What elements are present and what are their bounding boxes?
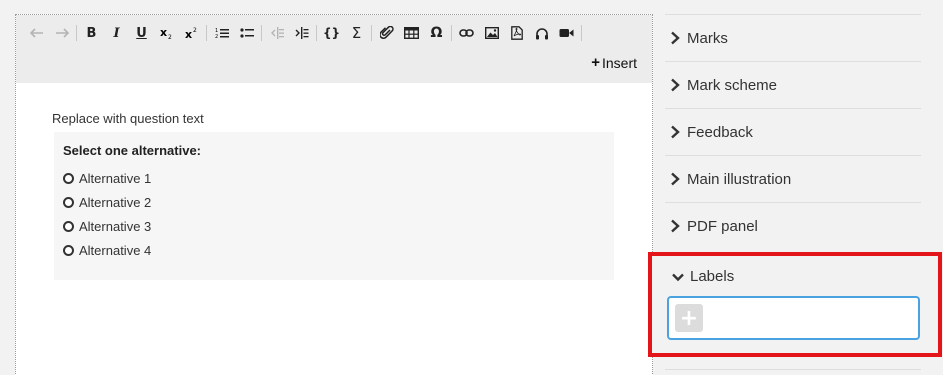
sidebar-item-label: Marks <box>687 29 728 47</box>
radio-icon[interactable] <box>63 221 74 232</box>
alternative-label: Alternative 4 <box>79 243 152 258</box>
audio-icon[interactable] <box>529 24 554 42</box>
italic-icon[interactable]: I <box>104 24 129 42</box>
omega-icon[interactable]: Ω <box>424 24 449 42</box>
indent-icon[interactable] <box>289 24 314 42</box>
question-text[interactable]: Replace with question text <box>52 111 204 126</box>
divider <box>665 369 921 370</box>
labels-section-highlight: Labels + <box>648 252 942 357</box>
alternative-label: Alternative 2 <box>79 195 152 210</box>
svg-text:2: 2 <box>168 34 172 40</box>
sidebar-item-label: Mark scheme <box>687 76 778 94</box>
bold-icon[interactable]: B <box>79 24 104 42</box>
question-editor: B I U x2 x2 12 {} Σ Ω + Insert Replace w… <box>15 14 653 375</box>
editor-toolbar: B I U x2 x2 12 {} Σ Ω + Insert <box>16 15 652 83</box>
attachment-icon[interactable] <box>374 24 399 42</box>
alternative-label: Alternative 3 <box>79 219 152 234</box>
labels-input-field[interactable]: + <box>667 296 920 340</box>
numbered-list-icon[interactable]: 12 <box>209 24 234 42</box>
sidebar-item-mark-scheme[interactable]: Mark scheme <box>665 61 921 108</box>
insert-button[interactable]: + Insert <box>591 54 637 71</box>
outdent-icon[interactable] <box>264 24 289 42</box>
alternative-option[interactable]: Alternative 2 <box>63 195 151 210</box>
radio-icon[interactable] <box>63 173 74 184</box>
image-icon[interactable] <box>479 24 504 42</box>
pdf-icon[interactable] <box>504 24 529 42</box>
link-icon[interactable] <box>454 24 479 42</box>
sidebar-item-main-illustration[interactable]: Main illustration <box>665 155 921 202</box>
insert-label: Insert <box>601 54 637 71</box>
sidebar-item-label: Labels <box>690 268 735 285</box>
chevron-right-icon <box>665 78 685 92</box>
underline-icon[interactable]: U <box>129 24 154 42</box>
sidebar-item-labels[interactable]: Labels <box>668 268 734 285</box>
svg-text:2: 2 <box>215 34 218 39</box>
subscript-icon[interactable]: x2 <box>154 24 179 42</box>
table-icon[interactable] <box>399 24 424 42</box>
alternative-option[interactable]: Alternative 1 <box>63 171 151 186</box>
toolbar-separator <box>261 25 262 41</box>
alternative-option[interactable]: Alternative 3 <box>63 219 151 234</box>
alternatives-box: Select one alternative: Alternative 1 Al… <box>54 132 614 280</box>
toolbar-separator <box>206 25 207 41</box>
code-braces-icon[interactable]: {} <box>319 24 344 42</box>
svg-text:2: 2 <box>193 27 197 34</box>
sidebar-item-label: PDF panel <box>687 217 758 235</box>
chevron-right-icon <box>665 172 685 186</box>
chevron-right-icon <box>665 219 685 233</box>
sidebar-item-label: Feedback <box>687 123 753 141</box>
alternatives-heading: Select one alternative: <box>63 143 201 158</box>
svg-text:x: x <box>160 26 167 39</box>
sidebar-item-pdf-panel[interactable]: PDF panel <box>665 202 921 249</box>
radio-icon[interactable] <box>63 197 74 208</box>
svg-text:x: x <box>185 28 192 40</box>
toolbar-separator <box>76 25 77 41</box>
toolbar-separator <box>451 25 452 41</box>
sidebar-item-marks[interactable]: Marks <box>665 14 921 61</box>
toolbar-separator <box>316 25 317 41</box>
plus-icon: + <box>591 54 600 71</box>
chevron-right-icon <box>665 125 685 139</box>
undo-icon[interactable] <box>24 24 49 42</box>
alternative-label: Alternative 1 <box>79 171 152 186</box>
chevron-down-icon <box>668 270 688 284</box>
toolbar-separator <box>581 25 582 41</box>
toolbar-separator <box>371 25 372 41</box>
sidebar-item-feedback[interactable]: Feedback <box>665 108 921 155</box>
sigma-icon[interactable]: Σ <box>344 24 369 42</box>
chevron-right-icon <box>665 31 685 45</box>
toolbar-row: B I U x2 x2 12 {} Σ Ω <box>24 24 584 42</box>
video-icon[interactable] <box>554 24 579 42</box>
radio-icon[interactable] <box>63 245 74 256</box>
redo-icon[interactable] <box>49 24 74 42</box>
alternative-option[interactable]: Alternative 4 <box>63 243 151 258</box>
bullet-list-icon[interactable] <box>234 24 259 42</box>
superscript-icon[interactable]: x2 <box>179 24 204 42</box>
sidebar-item-label: Main illustration <box>687 170 792 188</box>
add-label-button[interactable]: + <box>675 304 703 332</box>
